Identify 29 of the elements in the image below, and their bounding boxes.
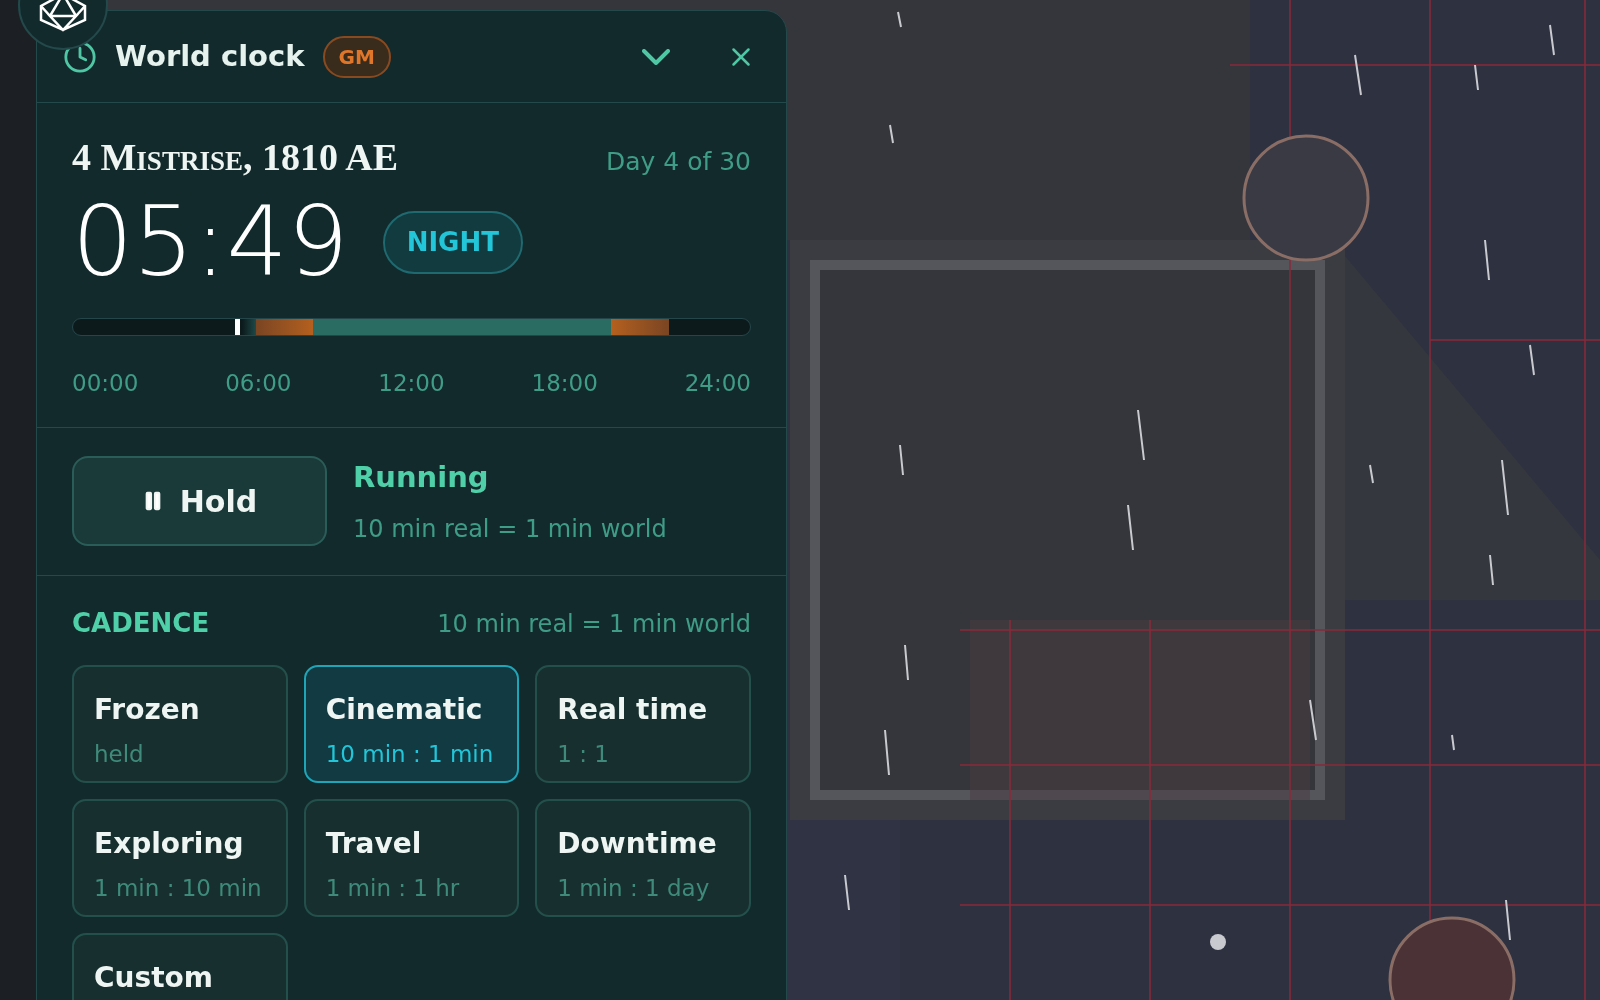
cadence-heading: CADENCE <box>72 607 210 640</box>
tick-label: 06:00 <box>225 369 292 398</box>
status-rate: 10 min real = 1 min world <box>353 514 667 545</box>
cadence-option[interactable]: Downtime 1 min : 1 day <box>535 799 751 917</box>
gm-tag: GM <box>322 35 391 78</box>
time-display: 05:49 <box>72 194 349 290</box>
dusk-segment <box>611 319 669 335</box>
status-label: Running <box>353 458 490 496</box>
cadence-rate: 10 min real = 1 min world <box>437 608 751 640</box>
cadence-option[interactable]: Real time 1 : 1 <box>535 665 751 783</box>
cadence-option[interactable]: Custom <box>72 933 288 1000</box>
tick-label: 24:00 <box>684 369 751 398</box>
tick-label: 18:00 <box>531 369 598 398</box>
cadence-option[interactable]: Frozen held <box>72 665 288 783</box>
tick-label: 00:00 <box>72 369 139 398</box>
date-label: 4 Mistrise, 1810 AE <box>72 135 399 180</box>
panel-title: World clock <box>115 37 305 75</box>
hold-button[interactable]: Hold <box>72 456 327 547</box>
collapse-button[interactable] <box>642 48 670 65</box>
day-count: Day 4 of 30 <box>605 146 751 178</box>
dawn-segment <box>255 319 314 335</box>
night-tag: NIGHT <box>382 210 523 274</box>
tick-label: 12:00 <box>378 369 445 398</box>
chevron-down-icon <box>642 48 670 65</box>
cadence-option[interactable]: Cinematic 10 min : 1 min <box>303 665 520 783</box>
dice-icon <box>38 0 88 32</box>
dawn-fade <box>242 319 256 335</box>
cadence-option[interactable]: Exploring 1 min : 10 min <box>72 799 288 917</box>
cadence-option[interactable]: Travel 1 min : 1 hr <box>303 799 520 917</box>
